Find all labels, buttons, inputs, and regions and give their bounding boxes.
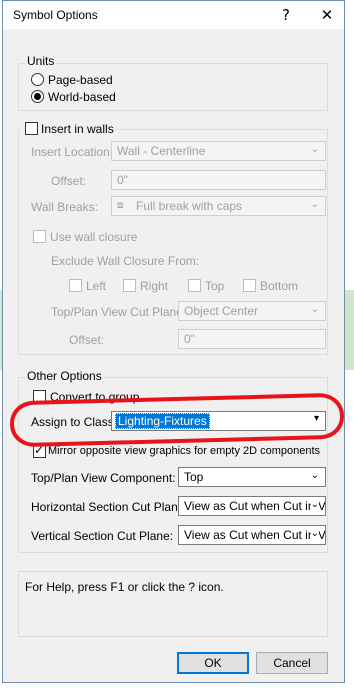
chevron-down-icon: ⌄ [310, 528, 319, 539]
title-bar: Symbol Options ? ✕ [3, 1, 344, 29]
cancel-button[interactable]: Cancel [256, 652, 328, 674]
top-plan-label: Top/Plan View Component: [31, 471, 176, 485]
symbol-options-dialog: Symbol Options ? ✕ Units Page-based Worl… [2, 0, 345, 683]
chevron-down-icon: ⌄ [310, 470, 319, 481]
wall-breaks-value: Full break with caps [136, 199, 243, 213]
wall-breaks-select[interactable]: ⧈ Full break with caps ⌄ [111, 196, 326, 216]
units-group-label: Units [25, 54, 57, 68]
offset-value: 0" [117, 173, 128, 187]
exclude-top-label: Top [205, 279, 225, 293]
offset2-field[interactable]: 0" [178, 329, 326, 349]
use-wall-closure-label: Use wall closure [50, 230, 138, 244]
exclude-wall-closure-label: Exclude Wall Closure From: [51, 254, 200, 268]
page-based-radio[interactable] [31, 73, 44, 86]
world-based-radio[interactable] [31, 90, 44, 103]
vertical-cut-label: Vertical Section Cut Plane: [31, 529, 174, 543]
wall-break-icon: ⧈ [117, 200, 124, 211]
exclude-top-checkbox[interactable] [188, 279, 201, 292]
wall-breaks-label: Wall Breaks: [31, 200, 98, 214]
offset2-value: 0" [184, 332, 195, 346]
use-wall-closure-checkbox[interactable] [33, 230, 46, 243]
vertical-cut-select[interactable]: View as Cut when Cut in V ⌄ [178, 525, 326, 545]
help-icon[interactable]: ? [275, 5, 297, 25]
assign-class-value-wrap: Lighting-Fixtures [115, 413, 210, 429]
cut-plane-value: Object Center [184, 304, 259, 318]
ok-button[interactable]: OK [177, 652, 249, 674]
dialog-title: Symbol Options [13, 8, 98, 22]
help-text-box: For Help, press F1 or click the ? icon. [18, 571, 328, 637]
horizontal-cut-value: View as Cut when Cut in V [184, 499, 326, 513]
exclude-right-checkbox[interactable] [123, 279, 136, 292]
insert-in-walls-label: Insert in walls [41, 122, 114, 136]
chevron-down-icon: ⌄ [310, 304, 319, 315]
mirror-label: Mirror opposite view graphics for empty … [48, 445, 321, 457]
offset-label: Offset: [51, 174, 87, 188]
top-plan-select[interactable]: Top ⌄ [178, 467, 326, 487]
exclude-bottom-label: Bottom [260, 279, 299, 293]
horizontal-cut-select[interactable]: View as Cut when Cut in V ⌄ [178, 496, 326, 516]
assign-class-value: Lighting-Fixtures [115, 413, 210, 429]
chevron-down-icon: ⌄ [310, 144, 319, 155]
cut-plane-label: Top/Plan View Cut Plane: [51, 305, 187, 319]
top-plan-value: Top [184, 470, 204, 484]
chevron-down-icon: ⌄ [310, 199, 319, 210]
exclude-left-checkbox[interactable] [69, 279, 82, 292]
exclude-left-label: Left [86, 279, 107, 293]
exclude-right-label: Right [140, 279, 169, 293]
offset2-label: Offset: [69, 333, 105, 347]
horizontal-cut-label: Horizontal Section Cut Plane: [31, 500, 188, 514]
offset-field[interactable]: 0" [111, 170, 326, 190]
world-based-label: World-based [48, 90, 116, 104]
dropdown-arrow-icon: ▾ [313, 413, 319, 424]
convert-to-group-label: Convert to group [50, 390, 140, 404]
cut-plane-select[interactable]: Object Center ⌄ [178, 301, 326, 321]
mirror-checkbox[interactable] [33, 443, 46, 458]
exclude-bottom-checkbox[interactable] [243, 279, 256, 292]
help-text: For Help, press F1 or click the ? icon. [25, 580, 224, 594]
insert-location-value: Wall - Centerline [117, 144, 206, 158]
page-based-label: Page-based [48, 73, 113, 87]
insert-location-label: Insert Location: [31, 145, 114, 159]
vertical-cut-value: View as Cut when Cut in V [184, 528, 326, 542]
convert-to-group-checkbox[interactable] [33, 390, 46, 403]
assign-class-label: Assign to Class: [31, 415, 118, 429]
other-options-label: Other Options [25, 369, 104, 383]
insert-location-select[interactable]: Wall - Centerline ⌄ [111, 141, 326, 161]
insert-in-walls-checkbox[interactable] [25, 122, 38, 135]
close-icon[interactable]: ✕ [316, 5, 338, 25]
assign-class-select[interactable]: Lighting-Fixtures ▾ [111, 411, 326, 431]
chevron-down-icon: ⌄ [310, 499, 319, 510]
